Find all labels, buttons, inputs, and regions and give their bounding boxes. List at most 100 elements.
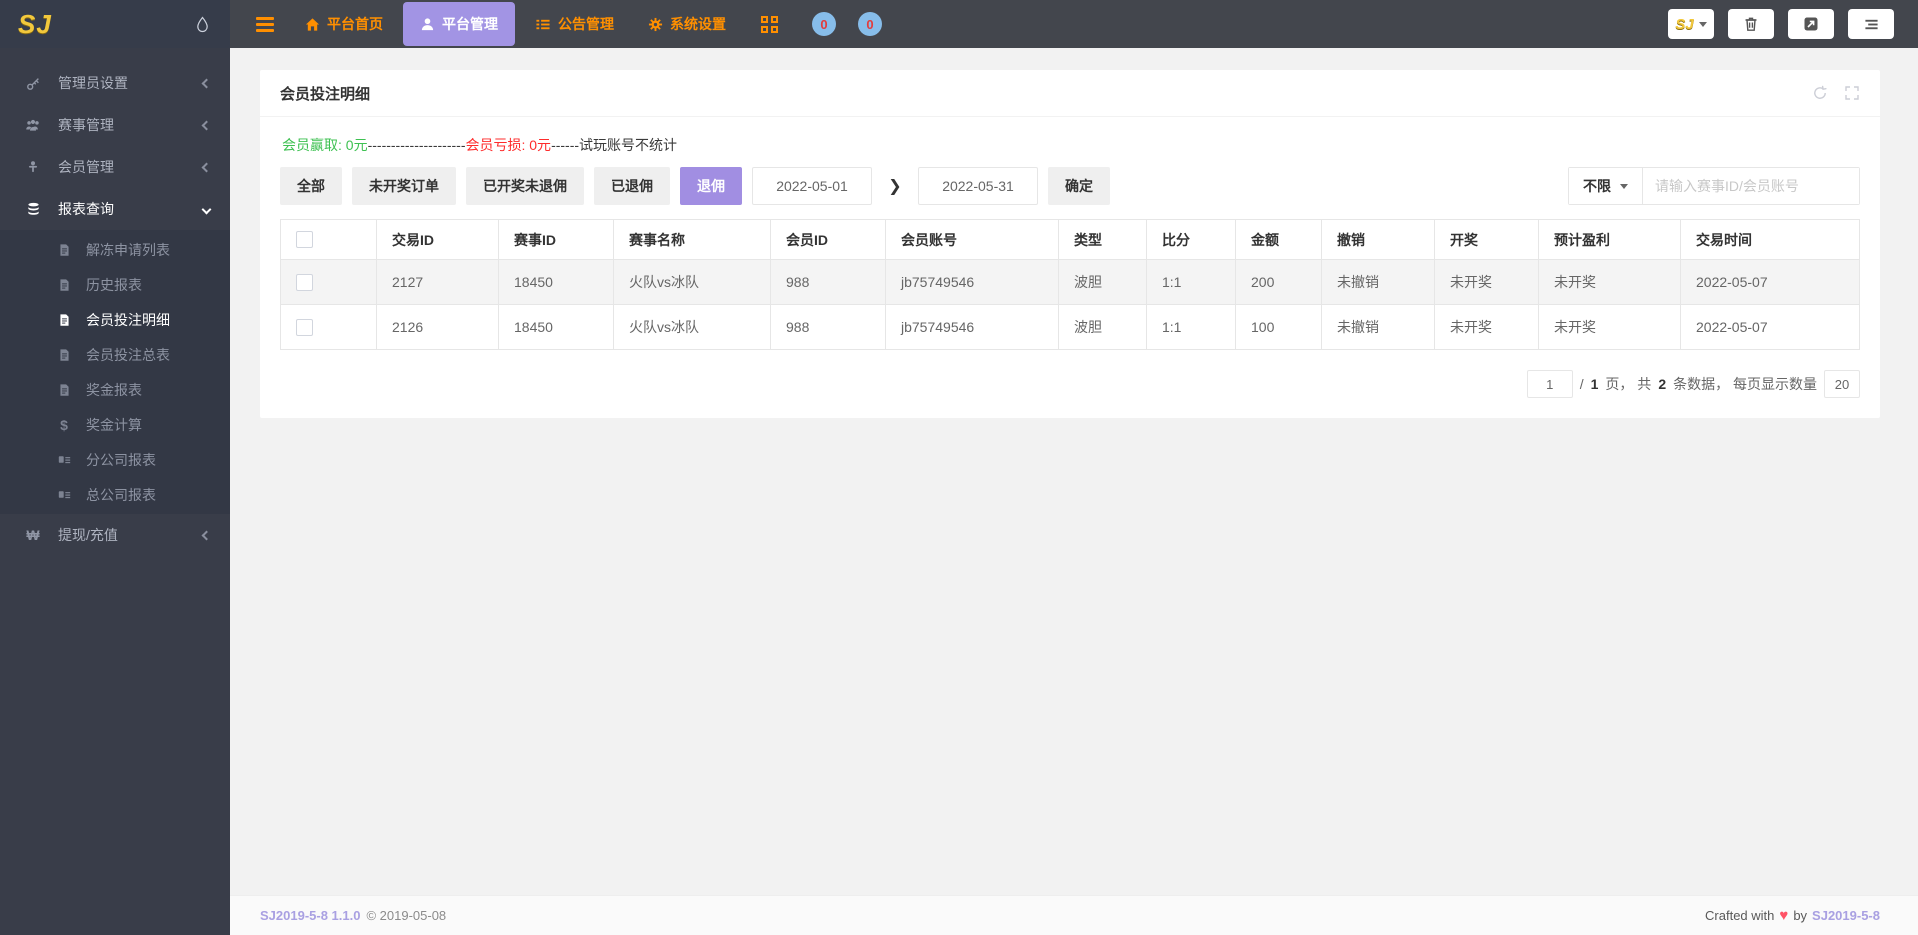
hamburger-icon[interactable] bbox=[242, 17, 288, 32]
footer-version-link[interactable]: SJ2019-5-8 1.1.0 bbox=[260, 908, 360, 923]
chevron-left-icon bbox=[202, 530, 212, 540]
sidebar-subitem-head-office-report[interactable]: 总公司报表 bbox=[0, 477, 230, 512]
col-header: 交易时间 bbox=[1681, 220, 1860, 260]
filter-undrawn-orders-button[interactable]: 未开奖订单 bbox=[352, 167, 456, 205]
confirm-button[interactable]: 确定 bbox=[1048, 167, 1110, 205]
cell-member-account: jb75749546 bbox=[886, 260, 1059, 305]
filter-rebated-button[interactable]: 已退佣 bbox=[594, 167, 670, 205]
chevron-down-icon bbox=[202, 204, 212, 214]
col-header: 开奖 bbox=[1435, 220, 1539, 260]
cell-trade-id: 2127 bbox=[377, 260, 499, 305]
caret-down-icon bbox=[1620, 184, 1628, 193]
dash-separator: --------------------- bbox=[368, 137, 466, 153]
logo-dropdown-button[interactable]: SJ bbox=[1668, 9, 1714, 39]
sidebar-subitem-bonus-report[interactable]: 奖金报表 bbox=[0, 372, 230, 407]
cell-type: 波胆 bbox=[1059, 260, 1147, 305]
total-pages: 1 bbox=[1591, 376, 1599, 392]
sidebar-subitem-label: 分公司报表 bbox=[86, 450, 156, 470]
nav-item-label: 平台管理 bbox=[442, 14, 498, 34]
nav-item-label: 系统设置 bbox=[670, 14, 726, 34]
caret-down-icon bbox=[1699, 22, 1707, 31]
document-icon bbox=[56, 383, 72, 397]
nav-item-label: 平台首页 bbox=[327, 14, 383, 34]
table-header-row: 交易ID 赛事ID 赛事名称 会员ID 会员账号 类型 比分 金额 撤销 开奖 … bbox=[281, 220, 1860, 260]
col-header: 撤销 bbox=[1322, 220, 1435, 260]
cell-member-id: 988 bbox=[771, 305, 886, 350]
notification-badge-1[interactable]: 0 bbox=[812, 12, 836, 36]
col-header: 赛事名称 bbox=[614, 220, 771, 260]
cell-score: 1:1 bbox=[1147, 305, 1236, 350]
grid-apps-icon[interactable] bbox=[761, 16, 778, 33]
date-from-input[interactable] bbox=[752, 167, 872, 205]
date-range-arrow-icon: ❯ bbox=[882, 176, 908, 196]
trash-button[interactable] bbox=[1728, 9, 1774, 39]
dollar-icon: $ bbox=[56, 417, 72, 433]
chevron-left-icon bbox=[202, 162, 212, 172]
list-report-icon bbox=[56, 453, 72, 466]
pagination: / 1 页， 共 2 条数据， 每页显示数量 bbox=[280, 370, 1860, 398]
scope-label: 不限 bbox=[1583, 176, 1611, 196]
pager-separator: / bbox=[1580, 376, 1584, 392]
cell-draw-status: 未开奖 bbox=[1435, 305, 1539, 350]
nav-item-label: 公告管理 bbox=[558, 14, 614, 34]
col-header: 会员账号 bbox=[886, 220, 1059, 260]
nav-item-system-settings[interactable]: 系统设置 bbox=[631, 0, 743, 48]
trash-icon bbox=[1743, 16, 1759, 32]
col-header: 赛事ID bbox=[499, 220, 614, 260]
page-size-input[interactable] bbox=[1824, 370, 1860, 398]
sidebar-subitem-history-report[interactable]: 历史报表 bbox=[0, 267, 230, 302]
cell-match-name: 火队vs冰队 bbox=[614, 260, 771, 305]
footer-brand-link[interactable]: SJ2019-5-8 bbox=[1812, 908, 1880, 923]
sidebar-item-member-manage[interactable]: 会员管理 bbox=[0, 146, 230, 188]
database-icon bbox=[24, 202, 42, 217]
sidebar-item-label: 提现/充值 bbox=[58, 525, 118, 545]
announcement-list-icon bbox=[535, 17, 551, 32]
filter-all-button[interactable]: 全部 bbox=[280, 167, 342, 205]
select-all-checkbox[interactable] bbox=[296, 231, 313, 248]
group-icon bbox=[24, 118, 42, 133]
sidebar-subitem-unfreeze-list[interactable]: 解冻申请列表 bbox=[0, 232, 230, 267]
search-input[interactable] bbox=[1643, 168, 1859, 204]
scope-dropdown-button[interactable]: 不限 bbox=[1569, 168, 1643, 204]
droplet-icon[interactable] bbox=[195, 16, 210, 33]
filter-rebate-button-active[interactable]: 退佣 bbox=[680, 167, 742, 205]
filter-drawn-unrebated-button[interactable]: 已开奖未退佣 bbox=[466, 167, 584, 205]
sidebar-subitem-bonus-calc[interactable]: $ 奖金计算 bbox=[0, 407, 230, 442]
page-title: 会员投注明细 bbox=[280, 83, 370, 104]
date-to-input[interactable] bbox=[918, 167, 1038, 205]
page-number-input[interactable] bbox=[1527, 370, 1573, 398]
sidebar-subitem-branch-report[interactable]: 分公司报表 bbox=[0, 442, 230, 477]
member-win-label: 会员赢取: bbox=[282, 137, 342, 153]
report-submenu: 解冻申请列表 历史报表 会员投注明细 会员投注总表 奖金报表 $ 奖金计算 分公… bbox=[0, 230, 230, 514]
menu-list-button[interactable] bbox=[1848, 9, 1894, 39]
member-loss-label: 会员亏损: bbox=[465, 137, 525, 153]
bet-detail-table: 交易ID 赛事ID 赛事名称 会员ID 会员账号 类型 比分 金额 撤销 开奖 … bbox=[280, 219, 1860, 350]
col-header: 预计盈利 bbox=[1539, 220, 1681, 260]
col-header: 类型 bbox=[1059, 220, 1147, 260]
external-link-button[interactable] bbox=[1788, 9, 1834, 39]
row-checkbox[interactable] bbox=[296, 319, 313, 336]
cell-match-id: 18450 bbox=[499, 305, 614, 350]
row-checkbox[interactable] bbox=[296, 274, 313, 291]
logo[interactable]: SJ bbox=[0, 0, 230, 48]
sidebar-item-withdraw-deposit[interactable]: ₩ 提现/充值 bbox=[0, 514, 230, 556]
sidebar-item-label: 赛事管理 bbox=[58, 115, 114, 135]
sidebar-item-admin-settings[interactable]: 管理员设置 bbox=[0, 62, 230, 104]
refresh-icon[interactable] bbox=[1812, 85, 1828, 101]
col-header: 会员ID bbox=[771, 220, 886, 260]
nav-item-announcement-manage[interactable]: 公告管理 bbox=[518, 0, 631, 48]
sidebar-subitem-member-bet-summary[interactable]: 会员投注总表 bbox=[0, 337, 230, 372]
nav-item-platform-home[interactable]: 平台首页 bbox=[288, 0, 400, 48]
sidebar-subitem-label: 会员投注总表 bbox=[86, 345, 170, 365]
fullscreen-icon[interactable] bbox=[1844, 85, 1860, 101]
sidebar-item-report-query[interactable]: 报表查询 bbox=[0, 188, 230, 230]
nav-item-platform-manage[interactable]: 平台管理 bbox=[403, 2, 515, 46]
cell-trade-time: 2022-05-07 bbox=[1681, 305, 1860, 350]
document-icon bbox=[56, 313, 72, 327]
sidebar-subitem-member-bet-detail[interactable]: 会员投注明细 bbox=[0, 302, 230, 337]
document-icon bbox=[56, 278, 72, 292]
cell-expected-profit: 未开奖 bbox=[1539, 305, 1681, 350]
notification-badge-2[interactable]: 0 bbox=[858, 12, 882, 36]
sidebar-subitem-label: 总公司报表 bbox=[86, 485, 156, 505]
sidebar-item-match-manage[interactable]: 赛事管理 bbox=[0, 104, 230, 146]
